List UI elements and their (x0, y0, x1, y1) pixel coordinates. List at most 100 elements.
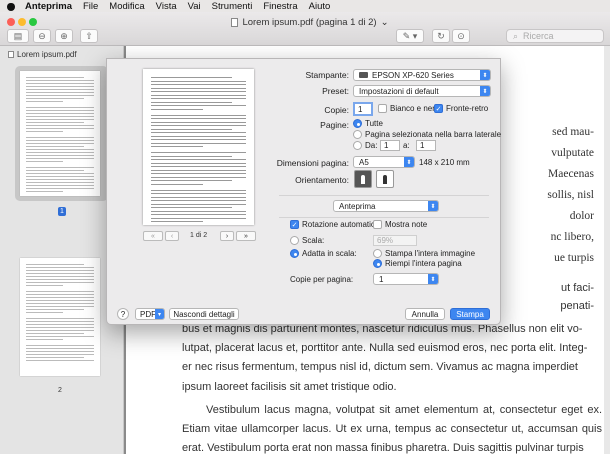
print-dialog: « ‹ 1 di 2 › » Stampante: EPSON XP-620 S… (106, 58, 501, 325)
show-notes-checkbox[interactable]: Mostra note (373, 220, 427, 229)
fit-whole-radio[interactable]: Stampa l'intera immagine (373, 249, 475, 258)
checkmark-icon: ✓ (290, 220, 299, 229)
sidebar-toggle-button[interactable]: ▤ (7, 29, 29, 43)
help-button[interactable]: ? (117, 308, 129, 320)
document-icon (8, 51, 14, 58)
copies-per-page-label: Copie per pagina: (290, 275, 354, 284)
paper-size-popup[interactable]: A5 ⬍ (353, 156, 415, 168)
text-line-placeholder (151, 135, 246, 137)
first-page-button[interactable]: « (143, 231, 163, 241)
menu-window[interactable]: Finestra (263, 1, 297, 12)
text-line-placeholder (151, 189, 246, 191)
landscape-button[interactable] (376, 170, 394, 188)
text-line-placeholder (26, 291, 94, 292)
next-page-button[interactable]: › (220, 231, 234, 241)
text-line-placeholder (26, 170, 84, 171)
text-line-placeholder (26, 294, 94, 295)
title-chevron-icon[interactable]: ⌄ (381, 17, 389, 28)
apple-menu-icon[interactable] (6, 1, 17, 11)
fit-radio[interactable]: Adatta in scala: (290, 249, 357, 258)
text-line-placeholder (26, 282, 94, 283)
menu-file[interactable]: File (83, 1, 98, 12)
pages-selected-label: Pagina selezionata nella barra laterale (365, 130, 502, 139)
scale-radio[interactable]: Scala: (290, 236, 324, 245)
title-bar: ▤ ⊖ ⊕ ⇧ Lorem ipsum.pdf (pagina 1 di 2) … (0, 12, 610, 46)
pages-from-field[interactable]: 1 (380, 140, 400, 151)
fit-fill-radio[interactable]: Riempi l'intera pagina (373, 259, 462, 268)
close-window-button[interactable] (7, 18, 15, 26)
text-line-placeholder (151, 155, 232, 157)
duplex-checkbox[interactable]: ✓ Fronte-retro (434, 104, 488, 113)
checkmark-icon: ✓ (434, 104, 443, 113)
prev-page-button[interactable]: ‹ (165, 231, 179, 241)
cancel-button[interactable]: Annulla (405, 308, 445, 320)
pages-selected-radio[interactable]: Pagina selezionata nella barra laterale (353, 130, 501, 139)
scale-field[interactable]: 69% (373, 235, 417, 246)
text-line-placeholder (26, 122, 84, 123)
popup-arrow-icon: ⬍ (404, 157, 414, 167)
menu-view[interactable]: Vista (156, 1, 177, 12)
menu-help[interactable]: Aiuto (309, 1, 331, 12)
thumbnail-page-1[interactable] (15, 66, 108, 201)
zoom-in-button[interactable]: ⊕ (55, 29, 73, 43)
rotate-button[interactable]: ↻ (432, 29, 450, 43)
text-line-placeholder (26, 270, 94, 271)
share-button[interactable]: ⇧ (80, 29, 98, 43)
thumbnail-page-2[interactable] (20, 258, 113, 376)
text-line-placeholder (26, 83, 94, 84)
print-preview (143, 69, 254, 225)
copies-per-page-popup[interactable]: 1 ⬍ (373, 273, 439, 285)
window-title-text: Lorem ipsum.pdf (pagina 1 di 2) (242, 17, 377, 28)
text-line-placeholder (26, 185, 94, 186)
preset-popup[interactable]: Impostazioni di default ⬍ (353, 85, 491, 97)
annotate-button[interactable]: ⊙ (452, 29, 470, 43)
text-line: ipsum laoreet facilisis sit amet tristiq… (182, 380, 397, 393)
pages-range-radio[interactable]: Da: (353, 141, 377, 150)
auto-rotate-checkbox[interactable]: ✓ Rotazione automatica (290, 220, 379, 229)
pages-from-label: Da: (365, 141, 378, 150)
preview-window: ▤ ⊖ ⊕ ⇧ Lorem ipsum.pdf (pagina 1 di 2) … (0, 12, 610, 454)
scrollbar[interactable] (604, 46, 610, 454)
pages-to-field[interactable]: 1 (416, 140, 436, 151)
text-line-placeholder (26, 98, 84, 99)
menu-go[interactable]: Vai (188, 1, 201, 12)
text-line-placeholder (26, 285, 64, 286)
pages-all-radio[interactable]: Tutte (353, 119, 383, 128)
text-line-placeholder (151, 203, 246, 205)
text-line-placeholder (151, 105, 246, 106)
pen-icon: ✎ ▾ (402, 30, 418, 41)
search-field[interactable]: ⌕ Ricerca (506, 29, 604, 43)
minimize-window-button[interactable] (18, 18, 26, 26)
zoom-out-button[interactable]: ⊖ (33, 29, 51, 43)
menu-edit[interactable]: Modifica (109, 1, 144, 12)
orientation-label: Orientamento: (295, 175, 349, 185)
last-page-button[interactable]: » (236, 231, 256, 241)
radio-dot (373, 249, 382, 258)
text-line-placeholder (26, 125, 94, 126)
markup-button[interactable]: ✎ ▾ (396, 29, 424, 43)
text-line: nc libero, (550, 231, 594, 243)
section-popup[interactable]: Anteprima ⬍ (333, 200, 439, 212)
zoom-window-button[interactable] (29, 18, 37, 26)
pdf-menu-button[interactable]: PDF ▾ (135, 308, 165, 320)
share-icon: ⇧ (85, 30, 93, 41)
chevron-down-icon: ▾ (155, 309, 164, 319)
menu-tools[interactable]: Strumenti (212, 1, 253, 12)
menu-app[interactable]: Anteprima (25, 1, 72, 12)
menu-bar: Anteprima File Modifica Vista Vai Strume… (0, 0, 610, 12)
print-button[interactable]: Stampa (450, 308, 490, 320)
text-line: penati- (560, 300, 594, 312)
portrait-button[interactable] (354, 170, 372, 188)
black-white-checkbox[interactable]: Bianco e nero (378, 104, 439, 113)
sidebar-file-header[interactable]: Lorem ipsum.pdf (8, 50, 77, 59)
printer-popup[interactable]: EPSON XP-620 Series ⬍ (353, 69, 491, 81)
text-line-placeholder (151, 98, 246, 99)
copies-field[interactable]: 1 (353, 102, 373, 116)
text-line-placeholder (26, 318, 94, 319)
text-line-placeholder (26, 152, 94, 153)
text-line-placeholder (151, 193, 246, 194)
hide-details-button[interactable]: Nascondi dettagli (169, 308, 239, 320)
pages-to-label: a: (403, 141, 410, 150)
sidebar-icon: ▤ (13, 30, 23, 41)
text-line-placeholder (26, 140, 94, 141)
